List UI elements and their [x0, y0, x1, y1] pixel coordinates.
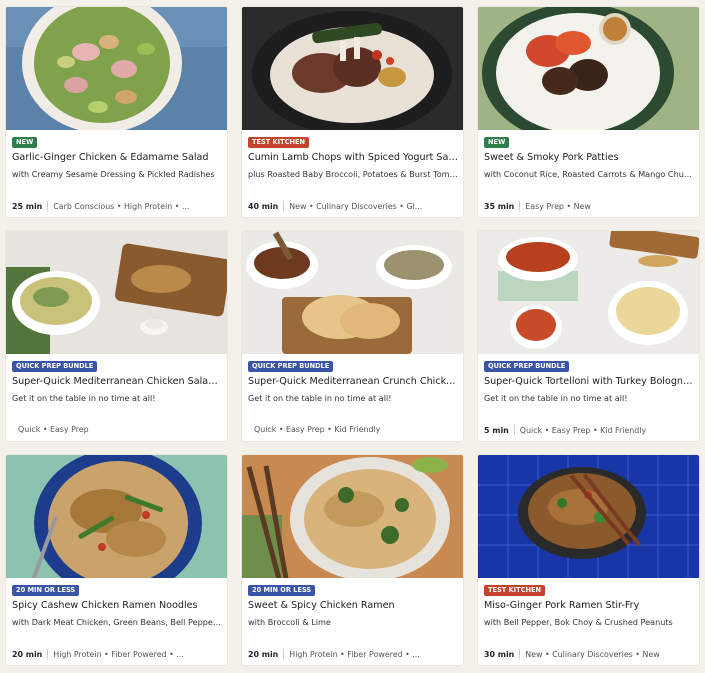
recipe-title[interactable]: Spicy Cashew Chicken Ramen Noodles	[12, 600, 223, 611]
recipe-image[interactable]	[478, 231, 699, 354]
recipe-image[interactable]	[242, 7, 463, 130]
divider	[47, 201, 49, 211]
recipe-subtitle: Get it on the table in no time at all!	[248, 393, 392, 403]
recipe-time: 5 min	[484, 425, 509, 435]
recipe-time: 35 min	[484, 201, 515, 211]
recipe-badge: 20 MIN OR LESS	[248, 585, 316, 596]
recipe-meta: Quick • Easy Prep	[12, 425, 223, 434]
recipe-subtitle: Get it on the table in no time at all!	[484, 393, 628, 403]
recipe-title[interactable]: Super-Quick Mediterranean Chicken Salad …	[12, 376, 223, 387]
recipe-card[interactable]: TEST KITCHEN Cumin Lamb Chops with Spice…	[242, 7, 463, 217]
recipe-tags: High Protein • Fiber Powered • ...	[53, 649, 184, 659]
divider	[283, 649, 285, 659]
recipe-badge: QUICK PREP BUNDLE	[12, 361, 98, 372]
recipe-tags: New • Culinary Discoveries • Gl...	[289, 201, 423, 211]
recipe-title[interactable]: Super-Quick Mediterranean Crunch Chicke.…	[248, 376, 459, 387]
recipe-tags: Easy Prep • New	[525, 201, 591, 211]
recipe-card[interactable]: 20 MIN OR LESS Spicy Cashew Chicken Rame…	[6, 455, 227, 665]
recipe-card[interactable]: NEW Sweet & Smoky Pork Patties with Coco…	[478, 7, 699, 217]
recipe-image[interactable]	[242, 455, 463, 578]
recipe-tags: High Protein • Fiber Powered • ...	[289, 649, 420, 659]
recipe-badge: NEW	[484, 137, 510, 148]
recipe-image[interactable]	[6, 231, 227, 354]
recipe-badge: NEW	[12, 137, 38, 148]
recipe-tags: Quick • Easy Prep	[18, 425, 89, 434]
recipe-meta: 40 min New • Culinary Discoveries • Gl..…	[248, 201, 459, 211]
recipe-subtitle: with Creamy Sesame Dressing & Pickled Ra…	[12, 169, 215, 179]
recipe-title[interactable]: Sweet & Smoky Pork Patties	[484, 152, 695, 163]
recipe-subtitle: with Bell Pepper, Bok Choy & Crushed Pea…	[484, 617, 673, 627]
recipe-image[interactable]	[478, 7, 699, 130]
recipe-title[interactable]: Sweet & Spicy Chicken Ramen	[248, 600, 459, 611]
recipe-tags: Quick • Easy Prep • Kid Friendly	[519, 425, 647, 435]
recipe-image[interactable]	[242, 231, 463, 354]
recipe-title[interactable]: Garlic-Ginger Chicken & Edamame Salad	[12, 152, 223, 163]
recipe-meta: Quick • Easy Prep • Kid Friendly	[248, 425, 459, 434]
divider	[519, 649, 521, 659]
recipe-card[interactable]: NEW Garlic-Ginger Chicken & Edamame Sala…	[6, 7, 227, 217]
recipe-tags: Quick • Easy Prep • Kid Friendly	[254, 425, 381, 434]
recipe-card[interactable]: QUICK PREP BUNDLE Super-Quick Mediterran…	[6, 231, 227, 441]
recipe-subtitle: Get it on the table in no time at all!	[12, 393, 156, 403]
recipe-subtitle: with Broccoli & Lime	[248, 617, 331, 627]
recipe-badge: QUICK PREP BUNDLE	[248, 361, 334, 372]
recipe-card[interactable]: 20 MIN OR LESS Sweet & Spicy Chicken Ram…	[242, 455, 463, 665]
recipe-card[interactable]: QUICK PREP BUNDLE Super-Quick Tortelloni…	[478, 231, 699, 441]
recipe-time: 40 min	[248, 201, 279, 211]
recipe-title[interactable]: Super-Quick Tortelloni with Turkey Bolog…	[484, 376, 695, 387]
recipe-image[interactable]	[6, 455, 227, 578]
recipe-badge: 20 MIN OR LESS	[12, 585, 80, 596]
recipe-tags: Carb Conscious • High Protein • ...	[53, 201, 190, 211]
recipe-badge: TEST KITCHEN	[484, 585, 545, 596]
recipe-badge: QUICK PREP BUNDLE	[484, 361, 570, 372]
recipe-meta: 30 min New • Culinary Discoveries • New	[484, 649, 695, 659]
recipe-meta: 5 min Quick • Easy Prep • Kid Friendly	[484, 425, 695, 435]
recipe-time: 30 min	[484, 649, 515, 659]
recipe-time: 20 min	[12, 649, 43, 659]
recipe-meta: 20 min High Protein • Fiber Powered • ..…	[12, 649, 223, 659]
recipe-card[interactable]: QUICK PREP BUNDLE Super-Quick Mediterran…	[242, 231, 463, 441]
divider	[519, 201, 521, 211]
recipe-meta: 25 min Carb Conscious • High Protein • .…	[12, 201, 223, 211]
recipe-time: 25 min	[12, 201, 43, 211]
divider	[283, 201, 285, 211]
recipe-time: 20 min	[248, 649, 279, 659]
recipe-grid: NEW Garlic-Ginger Chicken & Edamame Sala…	[6, 7, 699, 665]
recipe-card[interactable]: TEST KITCHEN Miso-Ginger Pork Ramen Stir…	[478, 455, 699, 665]
recipe-meta: 20 min High Protein • Fiber Powered • ..…	[248, 649, 459, 659]
recipe-meta: 35 min Easy Prep • New	[484, 201, 695, 211]
divider	[47, 649, 49, 659]
recipe-tags: New • Culinary Discoveries • New	[525, 649, 660, 659]
recipe-image[interactable]	[6, 7, 227, 130]
recipe-title[interactable]: Miso-Ginger Pork Ramen Stir-Fry	[484, 600, 695, 611]
recipe-image[interactable]	[478, 455, 699, 578]
recipe-subtitle: with Coconut Rice, Roasted Carrots & Man…	[484, 169, 695, 179]
recipe-subtitle: plus Roasted Baby Broccoli, Potatoes & B…	[248, 169, 459, 179]
divider	[513, 425, 515, 435]
recipe-title[interactable]: Cumin Lamb Chops with Spiced Yogurt Sau.…	[248, 152, 459, 163]
recipe-subtitle: with Dark Meat Chicken, Green Beans, Bel…	[12, 617, 223, 627]
recipe-badge: TEST KITCHEN	[248, 137, 309, 148]
